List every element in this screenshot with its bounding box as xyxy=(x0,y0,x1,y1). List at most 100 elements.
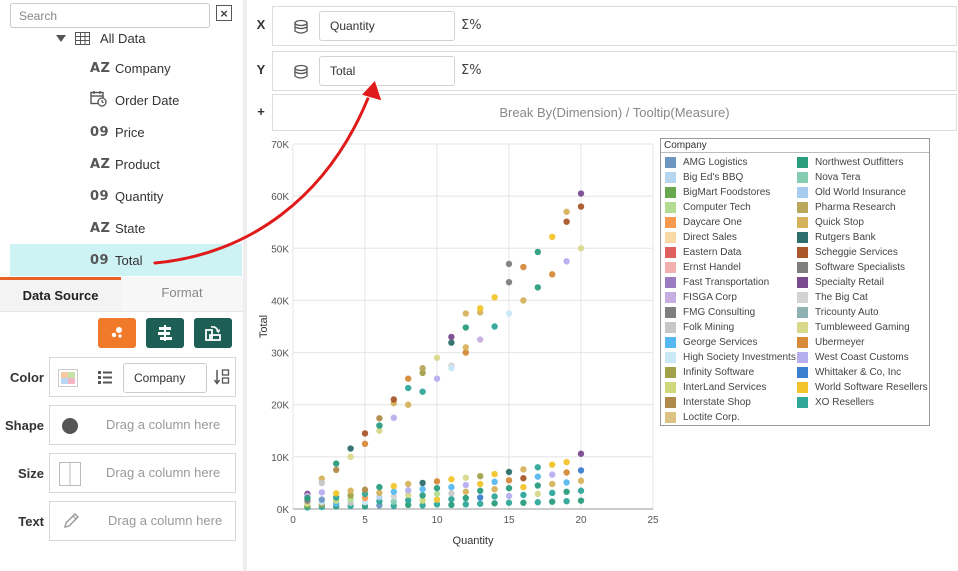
data-point[interactable] xyxy=(577,190,585,197)
legend-item[interactable]: Loctite Corp. xyxy=(665,410,740,425)
data-point[interactable] xyxy=(448,490,455,497)
data-point[interactable] xyxy=(433,496,441,503)
legend-item[interactable]: Scheggie Services xyxy=(797,245,898,260)
breakby-shelf[interactable]: Break By(Dimension) / Tooltip(Measure) xyxy=(272,94,957,131)
legend-item[interactable]: Daycare One xyxy=(665,215,742,230)
data-point[interactable] xyxy=(405,480,412,488)
data-point[interactable] xyxy=(462,344,469,351)
data-point[interactable] xyxy=(462,310,469,317)
data-point[interactable] xyxy=(318,489,325,496)
legend-item[interactable]: Whittaker & Co, Inc xyxy=(797,365,901,380)
legend-item[interactable]: Old World Insurance xyxy=(797,185,906,200)
legend-item[interactable]: AMG Logistics xyxy=(665,155,747,170)
data-point[interactable] xyxy=(448,365,455,372)
data-point[interactable] xyxy=(505,310,513,317)
color-field-chip[interactable]: Company xyxy=(123,363,207,393)
legend-item[interactable]: FMG Consulting xyxy=(665,305,755,320)
legend-item[interactable]: Fast Transportation xyxy=(665,275,769,290)
legend-item[interactable]: Northwest Outfitters xyxy=(797,155,903,170)
data-point[interactable] xyxy=(563,497,570,505)
data-point[interactable] xyxy=(577,467,585,474)
data-point[interactable] xyxy=(347,445,354,452)
data-point[interactable] xyxy=(361,430,369,437)
data-point[interactable] xyxy=(491,470,498,478)
field-quantity[interactable]: 09 Quantity xyxy=(10,180,242,212)
data-point[interactable] xyxy=(491,323,498,330)
data-point[interactable] xyxy=(419,492,426,499)
legend-item[interactable]: XO Resellers xyxy=(797,395,874,410)
data-point[interactable] xyxy=(563,258,570,265)
data-point[interactable] xyxy=(318,496,325,503)
data-point[interactable] xyxy=(520,466,527,473)
data-point[interactable] xyxy=(405,487,412,494)
data-point[interactable] xyxy=(448,339,455,346)
legend-item[interactable]: Pharma Research xyxy=(797,200,896,215)
data-point[interactable] xyxy=(304,494,311,502)
data-point[interactable] xyxy=(520,475,527,482)
sort-icon[interactable] xyxy=(213,368,231,386)
data-point[interactable] xyxy=(534,248,541,256)
data-point[interactable] xyxy=(433,354,441,361)
legend-item[interactable]: Ernst Handel xyxy=(665,260,741,275)
data-point[interactable] xyxy=(477,305,484,312)
data-point[interactable] xyxy=(505,477,513,484)
data-point[interactable] xyxy=(448,476,455,483)
data-point[interactable] xyxy=(405,384,412,392)
data-point[interactable] xyxy=(405,375,412,382)
data-point[interactable] xyxy=(462,481,469,489)
data-point[interactable] xyxy=(448,483,455,491)
data-point[interactable] xyxy=(577,203,585,210)
legend-item[interactable]: High Society Investments xyxy=(665,350,796,365)
data-point[interactable] xyxy=(361,440,369,448)
caret-down-icon[interactable] xyxy=(56,34,66,42)
legend-item[interactable]: The Big Cat xyxy=(797,290,868,305)
data-point[interactable] xyxy=(333,490,340,497)
data-point[interactable] xyxy=(390,414,397,421)
data-point[interactable] xyxy=(563,218,570,225)
legend-item[interactable]: BigMart Foodstores xyxy=(665,185,770,200)
legend-item[interactable]: Infinity Software xyxy=(665,365,754,380)
data-point[interactable] xyxy=(419,365,426,372)
data-point[interactable] xyxy=(390,396,397,403)
legend-item[interactable]: World Software Resellers xyxy=(797,380,928,395)
data-point[interactable] xyxy=(563,208,570,215)
data-point[interactable] xyxy=(549,461,556,468)
data-point[interactable] xyxy=(433,490,441,498)
data-point[interactable] xyxy=(505,278,513,286)
text-dropbox[interactable]: Drag a column here xyxy=(49,501,236,541)
aggregate-icon[interactable]: Σ% xyxy=(461,63,482,78)
legend-item[interactable]: Computer Tech xyxy=(665,200,751,215)
legend-item[interactable]: InterLand Services xyxy=(665,380,766,395)
tree-root-all-data[interactable]: All Data xyxy=(56,30,146,46)
data-point[interactable] xyxy=(549,471,556,478)
list-icon[interactable] xyxy=(97,369,113,385)
field-price[interactable]: 09 Price xyxy=(10,116,242,148)
data-point[interactable] xyxy=(520,499,527,506)
scatter-type-button[interactable] xyxy=(98,318,136,348)
data-point[interactable] xyxy=(462,494,469,502)
legend-item[interactable]: Big Ed's BBQ xyxy=(665,170,743,185)
data-point[interactable] xyxy=(534,499,541,506)
data-point[interactable] xyxy=(534,284,541,291)
legend-item[interactable]: Tumbleweed Gaming xyxy=(797,320,910,335)
data-point[interactable] xyxy=(520,483,527,491)
aggregate-icon[interactable]: Σ% xyxy=(461,18,482,33)
data-point[interactable] xyxy=(534,473,541,480)
data-point[interactable] xyxy=(505,492,513,500)
legend-item[interactable]: West Coast Customs xyxy=(797,350,909,365)
y-shelf[interactable]: Total Σ% xyxy=(272,51,957,91)
data-point[interactable] xyxy=(534,482,541,489)
data-point[interactable] xyxy=(477,336,484,343)
y-field-pill[interactable]: Total xyxy=(319,56,455,86)
data-point[interactable] xyxy=(577,497,585,504)
data-point[interactable] xyxy=(505,468,513,476)
data-point[interactable] xyxy=(534,464,541,471)
legend-item[interactable]: Direct Sales xyxy=(665,230,737,245)
data-point[interactable] xyxy=(563,469,570,476)
data-point[interactable] xyxy=(390,482,397,490)
legend-item[interactable]: Nova Tera xyxy=(797,170,860,185)
data-point[interactable] xyxy=(376,415,383,422)
data-point[interactable] xyxy=(390,488,397,495)
data-point[interactable] xyxy=(577,477,585,485)
data-point[interactable] xyxy=(347,487,354,494)
